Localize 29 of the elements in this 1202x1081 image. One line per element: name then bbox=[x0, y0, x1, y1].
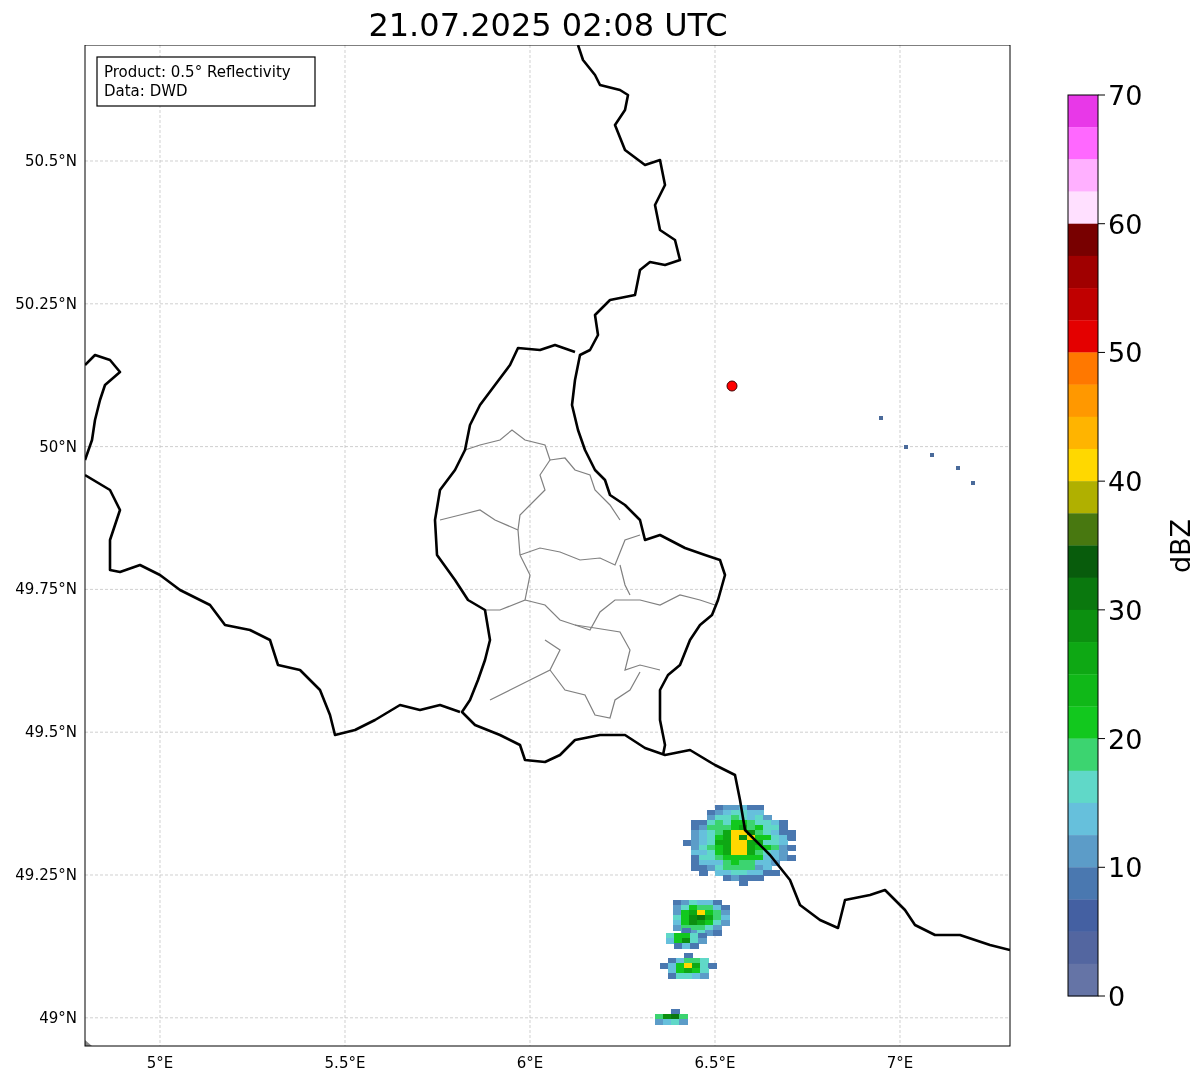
chart-title: 21.07.2025 02:08 UTC bbox=[368, 4, 728, 45]
colorbar-tick-label: 50 bbox=[1108, 337, 1143, 369]
latitude-label: 49.75°N bbox=[15, 580, 77, 599]
latitude-label: 49°N bbox=[39, 1008, 77, 1027]
location-marker bbox=[726, 380, 738, 392]
longitude-label: 5°E bbox=[146, 1054, 174, 1072]
longitude-label: 7°E bbox=[886, 1054, 914, 1072]
colorbar-tick-label: 30 bbox=[1108, 594, 1143, 626]
colorbar-tick-label: 10 bbox=[1108, 852, 1143, 884]
colorbar-tick-label: 40 bbox=[1108, 466, 1143, 498]
info-text: Data: DWD bbox=[104, 82, 188, 100]
latitude-label: 50.25°N bbox=[15, 294, 77, 313]
land-shape bbox=[85, 1040, 92, 1046]
colorbar-tick-label: 20 bbox=[1108, 723, 1143, 755]
colorbar-tick-label: 60 bbox=[1108, 208, 1143, 240]
longitude-label: 6°E bbox=[516, 1054, 544, 1072]
longitude-label: 5.5°E bbox=[324, 1054, 366, 1072]
colorbar-tick-label: 0 bbox=[1108, 981, 1126, 1012]
latitude-label: 50°N bbox=[39, 437, 77, 456]
latitude-label: 49.25°N bbox=[15, 866, 77, 884]
colorbar-label: dBZ bbox=[1165, 518, 1196, 574]
radar-echo bbox=[660, 953, 717, 979]
radar-echo bbox=[655, 1009, 688, 1025]
latitude-label: 49.5°N bbox=[24, 723, 77, 742]
info-text: Product: 0.5° Reflectivity bbox=[104, 63, 291, 81]
district-border bbox=[489, 639, 561, 701]
latitude-label: 50.5°N bbox=[24, 152, 77, 170]
longitude-label: 6.5°E bbox=[694, 1054, 736, 1072]
colorbar-tick-label: 70 bbox=[1108, 80, 1143, 111]
